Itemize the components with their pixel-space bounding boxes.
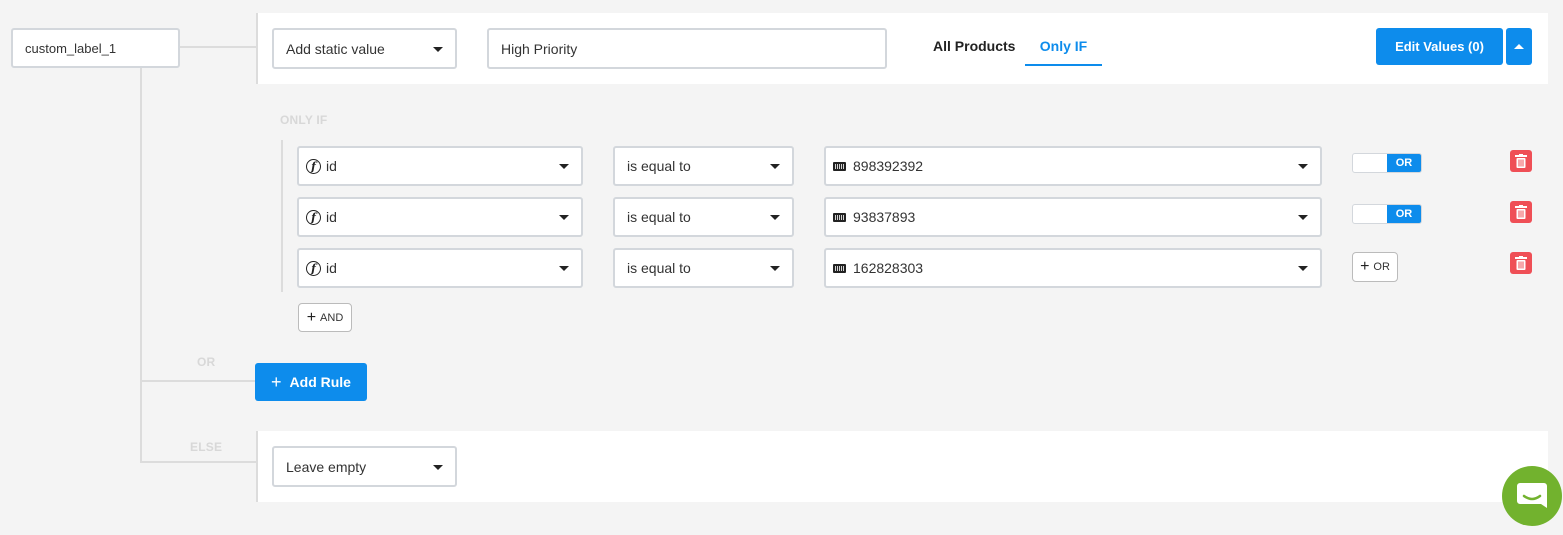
keyboard-icon: [833, 212, 846, 222]
chat-widget-button[interactable]: [1502, 466, 1562, 526]
action-select[interactable]: Add static value: [272, 28, 457, 69]
function-icon: f: [306, 260, 321, 276]
tab-only-if[interactable]: Only IF: [1025, 38, 1102, 66]
condition-field-select[interactable]: f id: [297, 146, 583, 186]
trash-icon: [1515, 256, 1527, 270]
action-select-value: Add static value: [286, 40, 385, 57]
condition-field-value: id: [326, 158, 337, 174]
chevron-down-icon: [433, 464, 443, 470]
else-action-select-value: Leave empty: [286, 458, 367, 475]
condition-field-select[interactable]: f id: [297, 248, 583, 288]
trash-icon: [1515, 205, 1527, 219]
condition-value: 162828303: [853, 260, 924, 276]
condition-value: 93837893: [853, 209, 916, 225]
plus-icon: +: [1360, 258, 1370, 275]
edit-values-button[interactable]: Edit Values (0): [1376, 28, 1503, 65]
add-rule-button[interactable]: + Add Rule: [255, 363, 367, 401]
chevron-down-icon: [770, 164, 780, 169]
else-action-select[interactable]: Leave empty: [272, 446, 457, 487]
condition-operator-select[interactable]: is equal to: [613, 146, 794, 186]
chevron-down-icon: [559, 266, 569, 271]
condition-operator-value: is equal to: [627, 209, 691, 225]
field-name-box: custom_label_1: [11, 28, 180, 68]
tree-line-v-main: [140, 67, 142, 463]
or-toggle-label: OR: [1387, 205, 1421, 223]
tree-line-h-or: [140, 380, 256, 382]
or-toggle[interactable]: OR: [1352, 204, 1422, 224]
function-icon: f: [306, 209, 321, 225]
or-label: OR: [197, 355, 216, 369]
condition-operator-select[interactable]: is equal to: [613, 248, 794, 288]
chat-icon: [1517, 483, 1547, 508]
condition-operator-value: is equal to: [627, 260, 691, 276]
conditions-group-line: [281, 140, 283, 292]
add-or-button[interactable]: + OR: [1352, 252, 1398, 282]
condition-value-select[interactable]: 93837893: [824, 197, 1322, 237]
chevron-down-icon: [1298, 266, 1308, 271]
condition-operator-select[interactable]: is equal to: [613, 197, 794, 237]
condition-operator-value: is equal to: [627, 158, 691, 174]
keyboard-icon: [833, 263, 846, 273]
plus-icon: +: [271, 371, 282, 392]
keyboard-icon: [833, 161, 846, 171]
or-toggle[interactable]: OR: [1352, 153, 1422, 173]
value-input-text: High Priority: [501, 40, 578, 57]
plus-icon: +: [306, 308, 317, 326]
chevron-down-icon: [1298, 215, 1308, 220]
collapse-button[interactable]: [1506, 28, 1532, 65]
condition-value: 898392392: [853, 158, 924, 174]
value-input[interactable]: High Priority: [487, 28, 887, 69]
delete-condition-button[interactable]: [1510, 150, 1532, 172]
condition-field-select[interactable]: f id: [297, 197, 583, 237]
field-name: custom_label_1: [25, 40, 117, 56]
function-icon: f: [306, 158, 321, 174]
chevron-down-icon: [770, 266, 780, 271]
else-label: ELSE: [190, 440, 223, 454]
delete-condition-button[interactable]: [1510, 252, 1532, 274]
caret-up-icon: [1514, 44, 1524, 49]
chevron-down-icon: [559, 215, 569, 220]
condition-value-select[interactable]: 162828303: [824, 248, 1322, 288]
condition-value-select[interactable]: 898392392: [824, 146, 1322, 186]
chevron-down-icon: [770, 215, 780, 220]
condition-field-value: id: [326, 209, 337, 225]
chevron-down-icon: [433, 46, 443, 52]
delete-condition-button[interactable]: [1510, 201, 1532, 223]
trash-icon: [1515, 154, 1527, 168]
only-if-label: ONLY IF: [280, 113, 328, 127]
tab-all-products[interactable]: All Products: [933, 38, 1015, 54]
add-and-button[interactable]: + AND: [298, 303, 352, 332]
condition-field-value: id: [326, 260, 337, 276]
tree-line-h-top: [179, 46, 257, 48]
tree-line-h-else: [140, 461, 256, 463]
chevron-down-icon: [559, 164, 569, 169]
chevron-down-icon: [1298, 164, 1308, 169]
or-toggle-label: OR: [1387, 154, 1421, 172]
